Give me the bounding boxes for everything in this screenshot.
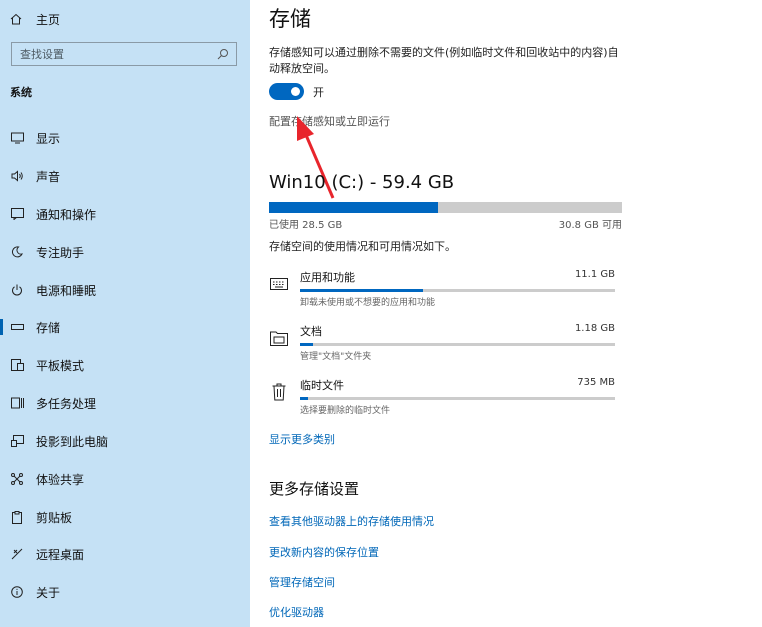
drive-usage-fill — [269, 202, 439, 213]
monitor-icon — [10, 131, 24, 145]
trash-icon — [269, 381, 289, 403]
more-storage-settings-heading: 更多存储设置 — [269, 480, 360, 498]
category-size: 11.1 GB — [574, 269, 615, 280]
sidebar-item-storage[interactable]: 存储 — [0, 315, 250, 339]
category-description: 卸载未使用或不想要的应用和功能 — [300, 298, 436, 308]
power-icon — [10, 283, 24, 297]
project-icon — [10, 434, 24, 448]
sidebar-item-display[interactable]: 显示 — [0, 126, 250, 150]
sidebar-item-clipboard[interactable]: 剪贴板 — [0, 505, 250, 529]
link-optimize-drives[interactable]: 优化驱动器 — [269, 604, 324, 620]
sidebar-item-label: 投影到此电脑 — [36, 434, 109, 449]
tablet-icon — [10, 358, 24, 372]
category-apps-features[interactable]: 应用和功能 11.1 GB 卸载未使用或不想要的应用和功能 — [269, 269, 615, 315]
home-icon — [10, 13, 24, 25]
sidebar-item-multitasking[interactable]: 多任务处理 — [0, 391, 250, 415]
link-other-drives-usage[interactable]: 查看其他驱动器上的存储使用情况 — [269, 513, 434, 529]
sidebar-item-label: 专注助手 — [36, 245, 85, 260]
nav-home[interactable]: 主页 — [10, 9, 60, 29]
drive-free-label: 30.8 GB 可用 — [558, 220, 622, 231]
drive-usage-bar — [269, 202, 622, 213]
sidebar-item-label: 通知和操作 — [36, 207, 97, 222]
main-content: 存储 存储感知可以通过删除不需要的文件(例如临时文件和回收站中的内容)自动释放空… — [250, 0, 762, 627]
moon-icon — [10, 245, 24, 259]
notification-icon — [10, 207, 24, 221]
category-description: 管理"文档"文件夹 — [300, 352, 372, 362]
speaker-icon — [10, 169, 24, 183]
search-placeholder: 查找设置 — [20, 48, 64, 61]
category-size: 735 MB — [577, 377, 615, 388]
category-size: 1.18 GB — [574, 323, 615, 334]
category-usage-bar — [300, 397, 615, 400]
remote-desktop-icon — [10, 547, 24, 561]
category-description: 选择要删除的临时文件 — [300, 406, 391, 416]
sidebar-item-power-sleep[interactable]: 电源和睡眠 — [0, 278, 250, 302]
sidebar-item-label: 体验共享 — [36, 472, 85, 487]
keyboard-icon — [269, 273, 289, 295]
sidebar-item-label: 剪贴板 — [36, 510, 73, 525]
category-temp-files[interactable]: 临时文件 735 MB 选择要删除的临时文件 — [269, 377, 615, 423]
show-more-categories-link[interactable]: 显示更多类别 — [269, 431, 335, 447]
link-manage-storage-spaces[interactable]: 管理存储空间 — [269, 574, 335, 590]
search-icon[interactable] — [216, 47, 230, 64]
category-documents[interactable]: 文档 1.18 GB 管理"文档"文件夹 — [269, 323, 615, 369]
sidebar-item-label: 平板模式 — [36, 358, 85, 373]
sidebar-item-focus-assist[interactable]: 专注助手 — [0, 240, 250, 264]
sidebar-item-label: 远程桌面 — [36, 547, 85, 562]
drive-title: Win10 (C:) - 59.4 GB — [269, 172, 455, 193]
sidebar-item-tablet-mode[interactable]: 平板模式 — [0, 353, 250, 377]
sidebar-item-shared-experiences[interactable]: 体验共享 — [0, 467, 250, 491]
sidebar-item-about[interactable]: 关于 — [0, 580, 250, 604]
sidebar-item-sound[interactable]: 声音 — [0, 164, 250, 188]
storage-icon — [10, 320, 24, 334]
link-change-save-location[interactable]: 更改新内容的保存位置 — [269, 544, 379, 560]
sidebar-item-project[interactable]: 投影到此电脑 — [0, 429, 250, 453]
sidebar-item-label: 关于 — [36, 585, 61, 600]
nav-home-label: 主页 — [36, 12, 61, 27]
category-name: 临时文件 — [300, 379, 344, 392]
drive-used-label: 已使用 28.5 GB — [269, 220, 343, 231]
sidebar-item-label: 多任务处理 — [36, 396, 97, 411]
sidebar-item-label: 声音 — [36, 169, 61, 184]
search-input[interactable]: 查找设置 — [11, 42, 237, 66]
section-label: 系统 — [10, 86, 32, 99]
multitask-icon — [10, 396, 24, 410]
category-usage-fill — [300, 343, 313, 346]
folder-icon — [269, 327, 289, 349]
category-usage-fill — [300, 289, 423, 292]
sidebar-item-label: 电源和睡眠 — [36, 283, 97, 298]
category-name: 应用和功能 — [300, 271, 355, 284]
clipboard-icon — [10, 510, 24, 524]
sidebar-item-notifications[interactable]: 通知和操作 — [0, 202, 250, 226]
sidebar-item-remote-desktop[interactable]: 远程桌面 — [0, 542, 250, 566]
category-usage-bar — [300, 289, 615, 292]
category-name: 文档 — [300, 325, 322, 338]
drive-usage-note: 存储空间的使用情况和可用情况如下。 — [269, 240, 456, 253]
sidebar: 主页 查找设置 系统 显示 声音 通知和操作 专注助手 电源和睡眠 存储 平板模… — [0, 0, 250, 627]
sidebar-item-label: 存储 — [36, 320, 61, 335]
category-usage-bar — [300, 343, 615, 346]
info-icon — [10, 585, 24, 599]
category-usage-fill — [300, 397, 308, 400]
sidebar-item-label: 显示 — [36, 131, 61, 146]
share-icon — [10, 472, 24, 486]
